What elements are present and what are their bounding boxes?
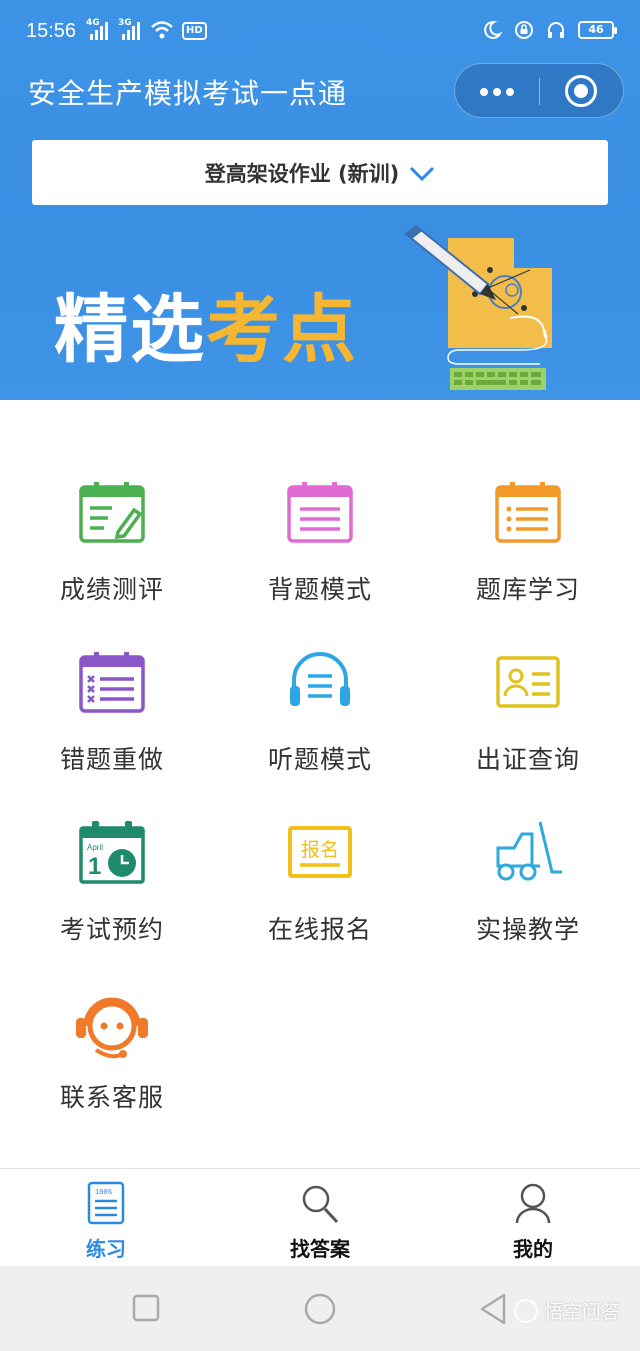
forklift-icon — [496, 821, 562, 881]
menu-item-exam-booking[interactable]: April 1 考试预约 — [12, 820, 212, 970]
status-time: 15:56 — [26, 20, 77, 42]
menu-item-label: 题库学习 — [475, 575, 580, 604]
status-bar: 15:56 4G 3G HD 46 — [0, 0, 640, 64]
chevron-down-icon — [410, 166, 435, 181]
category-select[interactable]: 登高架设作业 (新训) — [32, 140, 608, 205]
header-banner: 15:56 4G 3G HD 46 安全生产模拟考试一点通 登高架设作业 (新训… — [0, 0, 640, 400]
menu-item-label: 考试预约 — [59, 915, 164, 944]
signal-3g-icon: 3G — [118, 18, 142, 40]
calendar-icon: April 1 — [79, 821, 145, 884]
menu-item-online-register[interactable]: 报名 在线报名 — [220, 820, 420, 970]
moon-icon — [484, 20, 502, 39]
category-select-value: 登高架设作业 (新训) — [204, 161, 400, 186]
menu-item-score-test[interactable]: 成绩测评 — [12, 480, 212, 630]
status-left-icons: 4G 3G HD — [86, 18, 207, 40]
menu-item-customer-service[interactable]: 联系客服 — [12, 988, 212, 1138]
headset-status-icon — [548, 22, 564, 38]
wifi-icon — [151, 21, 173, 39]
status-right-icons: 46 — [482, 20, 617, 40]
battery-icon: 46 — [578, 21, 617, 39]
menu-item-practical-teaching[interactable]: 实操教学 — [428, 820, 628, 970]
bottom-tab-bar: 100% 练习 找答案 我的 — [0, 1168, 640, 1266]
back-button[interactable] — [478, 1292, 508, 1326]
menu-item-label: 听题模式 — [267, 745, 372, 774]
banner-heading: 精选考点 — [54, 287, 358, 373]
home-button[interactable] — [303, 1292, 337, 1326]
svg-text:报名: 报名 — [301, 839, 339, 861]
menu-item-wrong-questions[interactable]: 错题重做 — [12, 650, 212, 800]
tab-label: 练习 — [86, 1237, 126, 1261]
customer-service-icon — [76, 997, 148, 1059]
certificate-icon — [496, 656, 560, 708]
hd-icon: HD — [182, 22, 207, 40]
signal-4g-icon: 4G — [86, 18, 110, 40]
miniprogram-capsule — [454, 63, 624, 118]
profile-icon — [515, 1183, 551, 1224]
page-title: 安全生产模拟考试一点通 — [28, 77, 348, 110]
menu-item-label: 错题重做 — [59, 745, 164, 774]
search-icon — [302, 1185, 339, 1224]
menu-item-label: 在线报名 — [267, 915, 372, 944]
menu-item-question-bank[interactable]: 题库学习 — [428, 480, 628, 630]
tab-profile[interactable]: 我的 — [463, 1169, 603, 1267]
headphones-icon — [290, 652, 350, 706]
menu-item-label: 成绩测评 — [59, 575, 164, 604]
svg-text:April: April — [87, 843, 103, 852]
menu-item-label: 背题模式 — [267, 575, 372, 604]
tab-label: 我的 — [513, 1237, 553, 1261]
svg-text:100%: 100% — [95, 1189, 113, 1197]
tab-find-answer[interactable]: 找答案 — [250, 1169, 390, 1267]
svg-text:1: 1 — [88, 853, 101, 880]
menu-item-label: 出证查询 — [475, 745, 580, 774]
menu-item-certificate-query[interactable]: 出证查询 — [428, 650, 628, 800]
capsule-divider — [539, 78, 540, 105]
lock-rotation-icon — [515, 21, 533, 39]
menu-item-label: 实操教学 — [475, 915, 580, 944]
tab-practice[interactable]: 100% 练习 — [36, 1169, 176, 1267]
memorize-icon — [287, 482, 353, 543]
menu-item-label: 联系客服 — [59, 1083, 164, 1112]
question-bank-icon — [495, 482, 561, 543]
watermark-logo-icon — [513, 1298, 538, 1323]
wrong-questions-icon — [79, 652, 145, 713]
menu-item-memorize[interactable]: 背题模式 — [220, 480, 420, 630]
recent-apps-button[interactable] — [132, 1294, 160, 1322]
tab-label: 找答案 — [290, 1237, 350, 1261]
pen-keyboard-illustration — [404, 224, 552, 390]
system-navigation-bar: 悟空问答 — [0, 1266, 640, 1351]
register-icon: 报名 — [288, 826, 352, 878]
watermark: 悟空问答 — [513, 1297, 620, 1324]
more-button[interactable] — [455, 64, 539, 119]
close-miniprogram-button[interactable] — [565, 75, 597, 107]
practice-icon: 100% — [87, 1181, 125, 1225]
score-test-icon — [79, 482, 145, 543]
menu-item-listen-mode[interactable]: 听题模式 — [220, 650, 420, 800]
